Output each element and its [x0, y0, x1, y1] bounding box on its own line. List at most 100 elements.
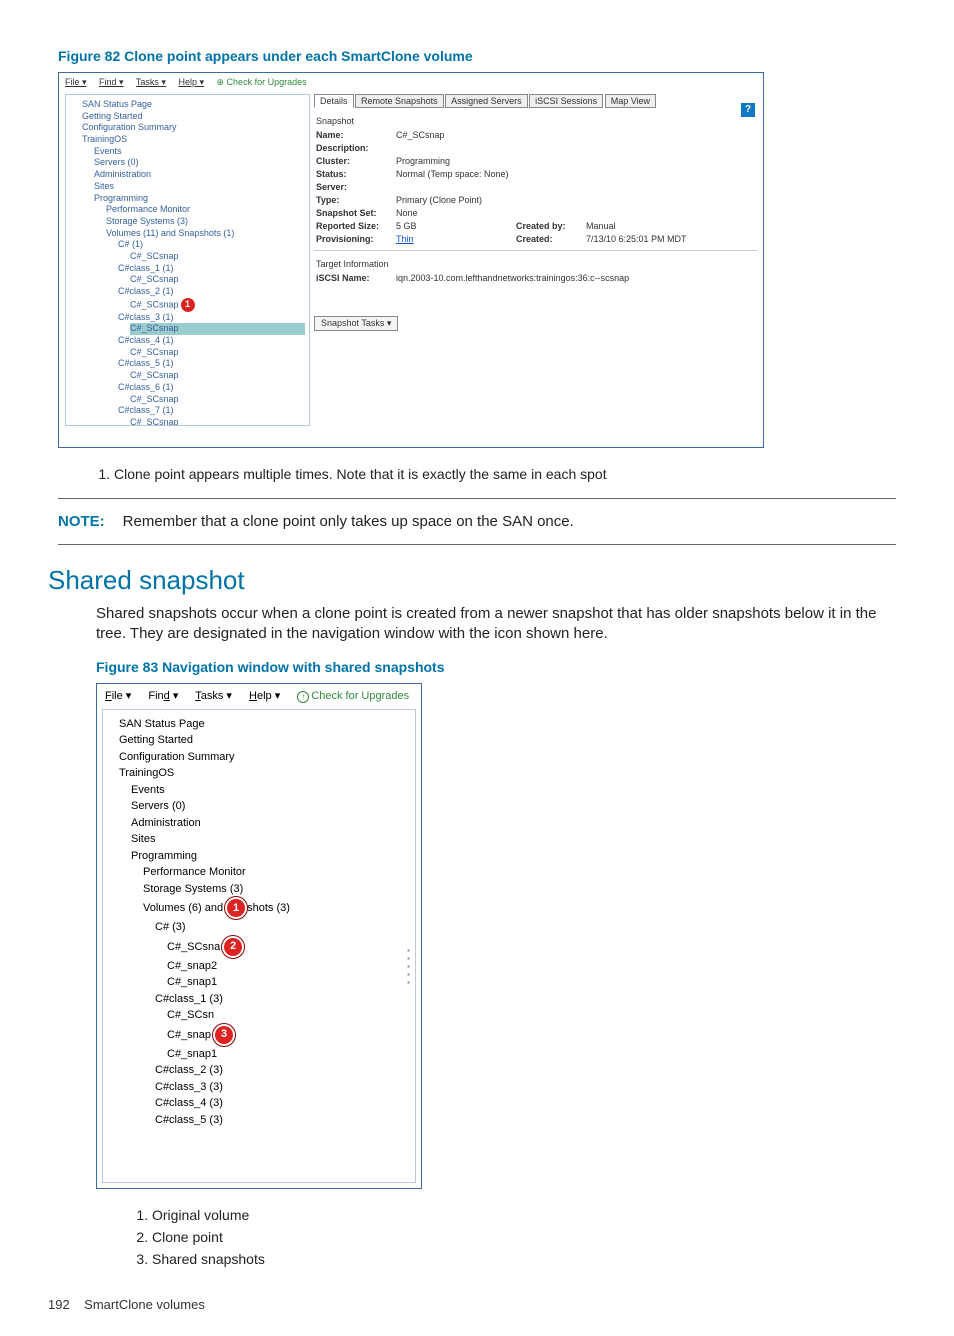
tree-administration[interactable]: Administration: [94, 169, 305, 181]
field-value: 5 GB: [396, 221, 516, 231]
field-label: Reported Size:: [316, 221, 396, 231]
menu-find-83[interactable]: Find ▾: [148, 690, 178, 702]
scrollbar-handle[interactable]: ▪▪▪▪▪: [404, 946, 413, 986]
figure-82-caption: Figure 82 Clone point appears under each…: [58, 48, 906, 64]
field-value: Primary (Clone Point): [396, 195, 755, 205]
tree-volume[interactable]: C#class_3 (1): [118, 312, 305, 324]
callout-83-2: Clone point: [152, 1229, 906, 1245]
tree-perf-monitor[interactable]: Performance Monitor: [106, 204, 305, 216]
tab-assigned-servers[interactable]: Assigned Servers: [445, 94, 528, 108]
field-value: None: [396, 208, 755, 218]
tree-clonepoint[interactable]: C#_SCsnap: [130, 394, 305, 406]
figure-82-callouts: Clone point appears multiple times. Note…: [74, 466, 906, 482]
menu-check-upgrades[interactable]: ⊕ Check for Upgrades: [217, 77, 307, 87]
marker-3-icon: 3: [213, 1024, 235, 1046]
tree83-config-summary[interactable]: Configuration Summary: [119, 749, 411, 766]
tree-volume[interactable]: C#class_4 (1): [118, 335, 305, 347]
tree-sites[interactable]: Sites: [94, 181, 305, 193]
tree83-vol0-snap2[interactable]: C#_snap2: [167, 958, 411, 975]
field-value: Programming: [396, 156, 755, 166]
menubar-fig82: File ▾ Find ▾ Tasks ▾ Help ▾ ⊕ Check for…: [61, 75, 761, 90]
tree83-san[interactable]: SAN Status Page: [119, 716, 411, 733]
tree83-vol5[interactable]: C#class_5 (3): [155, 1112, 411, 1129]
tree83-programming[interactable]: Programming: [131, 848, 411, 865]
menu-file-83[interactable]: File ▾: [105, 690, 131, 702]
tree83-administration[interactable]: Administration: [131, 815, 411, 832]
help-icon[interactable]: ?: [741, 103, 755, 117]
tree83-vol1-snapA[interactable]: C#_snap3: [167, 1024, 411, 1046]
figure-83-screenshot: File ▾ Find ▾ Tasks ▾ Help ▾ ↑Check for …: [96, 683, 422, 1189]
tree-volume[interactable]: C#class_6 (1): [118, 382, 305, 394]
menu-upgrades-83[interactable]: ↑Check for Upgrades: [297, 690, 409, 702]
note-text: Remember that a clone point only takes u…: [123, 513, 574, 530]
tree-volumes-node[interactable]: Volumes (11) and Snapshots (1): [106, 228, 305, 240]
field-label: Snapshot Set:: [316, 208, 396, 218]
tree-storage-systems[interactable]: Storage Systems (3): [106, 216, 305, 228]
field-value: Thin: [396, 234, 516, 244]
target-info-label: Target Information: [316, 259, 757, 269]
tree83-vol1[interactable]: C#class_1 (3): [155, 991, 411, 1008]
page-number: 192: [48, 1297, 70, 1312]
tree83-storage[interactable]: Storage Systems (3): [143, 881, 411, 898]
tree-clonepoint[interactable]: C#_SCsnap: [130, 370, 305, 382]
tree-events[interactable]: Events: [94, 146, 305, 158]
tree-clonepoint[interactable]: C#_SCsnap: [130, 274, 305, 286]
tree-volume[interactable]: C#class_1 (1): [118, 263, 305, 275]
nav-tree-fig82[interactable]: SAN Status Page Getting Started Configur…: [65, 94, 310, 426]
tree-volume[interactable]: C#class_2 (1): [118, 286, 305, 298]
menu-find[interactable]: Find ▾: [99, 77, 124, 87]
tree-san-status[interactable]: SAN Status Page: [82, 99, 305, 111]
marker-1-icon: 1: [181, 298, 195, 312]
tree83-perf[interactable]: Performance Monitor: [143, 864, 411, 881]
tree83-events[interactable]: Events: [131, 782, 411, 799]
menu-tasks[interactable]: Tasks ▾: [136, 77, 166, 87]
field-label: Cluster:: [316, 156, 396, 166]
tab-remote-snapshots[interactable]: Remote Snapshots: [355, 94, 444, 108]
tab-map-view[interactable]: Map View: [605, 94, 656, 108]
tree-clonepoint[interactable]: C#_SCsnap1: [130, 298, 305, 312]
tree-volume[interactable]: C#class_5 (1): [118, 358, 305, 370]
tab-iscsi-sessions[interactable]: iSCSI Sessions: [529, 94, 603, 108]
tree-clonepoint[interactable]: C#_SCsnap: [130, 417, 305, 426]
tree83-vol4[interactable]: C#class_4 (3): [155, 1095, 411, 1112]
tree83-vol0-cp[interactable]: C#_SCsna2: [167, 936, 411, 958]
tree-servers[interactable]: Servers (0): [94, 157, 305, 169]
field-value: [396, 143, 755, 153]
tree-volume[interactable]: C# (1): [118, 239, 305, 251]
field-value: C#_SCsnap: [396, 130, 755, 140]
tree83-sites[interactable]: Sites: [131, 831, 411, 848]
tree-clonepoint[interactable]: C#_SCsnap: [130, 323, 305, 335]
tree83-vol0-snap1[interactable]: C#_snap1: [167, 974, 411, 991]
tree83-vol1-snapB[interactable]: C#_snap1: [167, 1046, 411, 1063]
field-label: Created by:: [516, 221, 586, 231]
tree-clonepoint[interactable]: C#_SCsnap: [130, 251, 305, 263]
field-value: 7/13/10 6:25:01 PM MDT: [586, 234, 755, 244]
tree83-volumes[interactable]: Volumes (6) and1shots (3): [143, 897, 411, 919]
tree-getting-started[interactable]: Getting Started: [82, 111, 305, 123]
figure-83-caption: Figure 83 Navigation window with shared …: [96, 659, 906, 675]
provisioning-link[interactable]: Thin: [396, 234, 414, 244]
note-rule-top: [58, 498, 896, 499]
snapshot-tasks-button[interactable]: Snapshot Tasks ▾: [314, 316, 398, 331]
tree83-servers[interactable]: Servers (0): [131, 798, 411, 815]
tab-details[interactable]: Details: [314, 94, 354, 108]
tree83-getting-started[interactable]: Getting Started: [119, 732, 411, 749]
menu-help[interactable]: Help ▾: [178, 77, 204, 87]
nav-tree-fig83[interactable]: SAN Status Page Getting Started Configur…: [102, 709, 416, 1183]
tree-programming[interactable]: Programming: [94, 193, 305, 205]
field-label: Description:: [316, 143, 396, 153]
tree-clonepoint[interactable]: C#_SCsnap: [130, 347, 305, 359]
tree83-vol2[interactable]: C#class_2 (3): [155, 1062, 411, 1079]
tree-config-summary[interactable]: Configuration Summary: [82, 122, 305, 134]
tree-volume[interactable]: C#class_7 (1): [118, 405, 305, 417]
tree83-vol3[interactable]: C#class_3 (3): [155, 1079, 411, 1096]
menu-help-83[interactable]: Help ▾: [249, 690, 280, 702]
tree83-trainingos[interactable]: TrainingOS: [119, 765, 411, 782]
tree83-vol1-cp[interactable]: C#_SCsn: [167, 1007, 411, 1024]
tree83-vol0[interactable]: C# (3): [155, 919, 411, 936]
field-label: Provisioning:: [316, 234, 396, 244]
details-tabs: Details Remote Snapshots Assigned Server…: [314, 94, 757, 108]
tree-trainingos[interactable]: TrainingOS: [82, 134, 305, 146]
menu-file[interactable]: File ▾: [65, 77, 87, 87]
menu-tasks-83[interactable]: Tasks ▾: [195, 690, 232, 702]
